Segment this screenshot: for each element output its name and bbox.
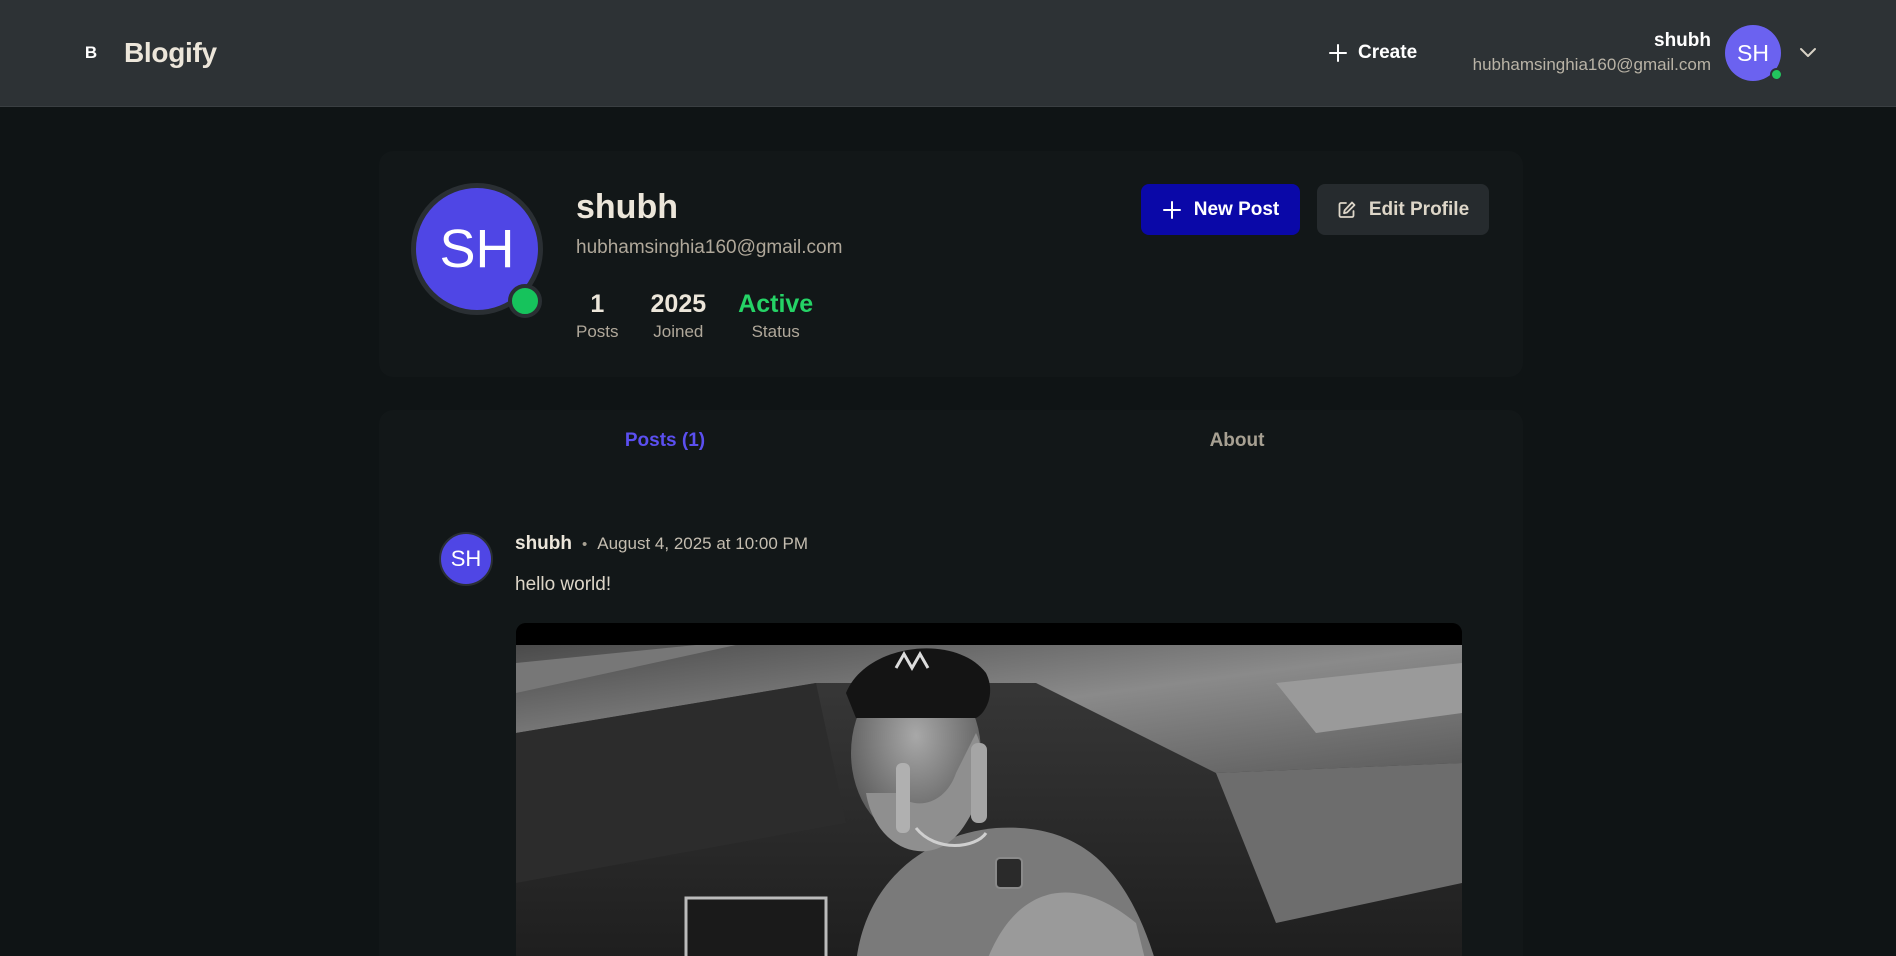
new-post-label: New Post (1193, 198, 1280, 220)
stat-posts: 1 Posts (576, 287, 619, 343)
plus-icon (1329, 44, 1347, 62)
stat-status: Active Status (738, 287, 813, 343)
post-date: August 4, 2025 at 10:00 PM (597, 534, 809, 553)
user-name: shubh (1654, 30, 1711, 51)
create-label: Create (1358, 42, 1418, 63)
profile-card: SH shubh hubhamsinghia160@gmail.com 1 Po… (379, 151, 1523, 377)
stat-value: Active (738, 290, 814, 318)
stat-value: 1 (590, 290, 605, 318)
meta-separator: • (582, 535, 588, 553)
post-meta: shubh • August 4, 2025 at 10:00 PM (515, 533, 808, 555)
online-status-indicator (1770, 68, 1783, 81)
brand-mark: B (84, 43, 98, 62)
user-email: hubhamsinghia160@gmail.com (1472, 55, 1711, 74)
stat-label: Status (751, 322, 800, 341)
profile-email: hubhamsinghia160@gmail.com (576, 237, 843, 258)
user-info[interactable]: shubh hubhamsinghia160@gmail.com (1473, 28, 1711, 76)
create-button[interactable]: Create (1328, 34, 1417, 72)
edit-profile-button[interactable]: Edit Profile (1317, 184, 1489, 235)
post-image[interactable] (516, 623, 1462, 956)
stat-label: Posts (576, 322, 619, 341)
post-author-avatar[interactable]: SH (439, 532, 493, 586)
avatar-initials: SH (450, 546, 482, 571)
post-body: hello world! (515, 574, 612, 595)
avatar-initials: SH (1737, 39, 1769, 66)
chevron-down-icon[interactable] (1796, 40, 1820, 64)
profile-stats: 1 Posts 2025 Joined Active Status (576, 287, 813, 343)
plus-icon (1162, 200, 1181, 219)
post-photo (516, 623, 1462, 956)
stat-value: 2025 (650, 290, 707, 318)
online-status-indicator (508, 284, 542, 318)
brand-logo[interactable]: B Blogify (78, 30, 217, 76)
edit-profile-label: Edit Profile (1368, 198, 1470, 220)
stat-label: Joined (653, 322, 704, 341)
tab-posts[interactable]: Posts (1) (379, 410, 951, 472)
brand-name: Blogify (124, 37, 217, 68)
edit-icon (1338, 201, 1356, 218)
new-post-button[interactable]: New Post (1141, 184, 1300, 235)
profile-tabs: Posts (1) About (379, 410, 1523, 472)
stat-joined: 2025 Joined (651, 287, 707, 343)
user-avatar[interactable]: SH (1725, 25, 1783, 81)
posts-card: Posts (1) About SH shubh • August 4, 202… (379, 410, 1523, 956)
profile-name: shubh (576, 188, 678, 226)
profile-initials: SH (439, 219, 515, 279)
tab-about[interactable]: About (951, 410, 1523, 472)
post-author[interactable]: shubh (515, 533, 572, 555)
top-navbar: B Blogify Create shubh hubhamsinghia160@… (0, 0, 1896, 107)
